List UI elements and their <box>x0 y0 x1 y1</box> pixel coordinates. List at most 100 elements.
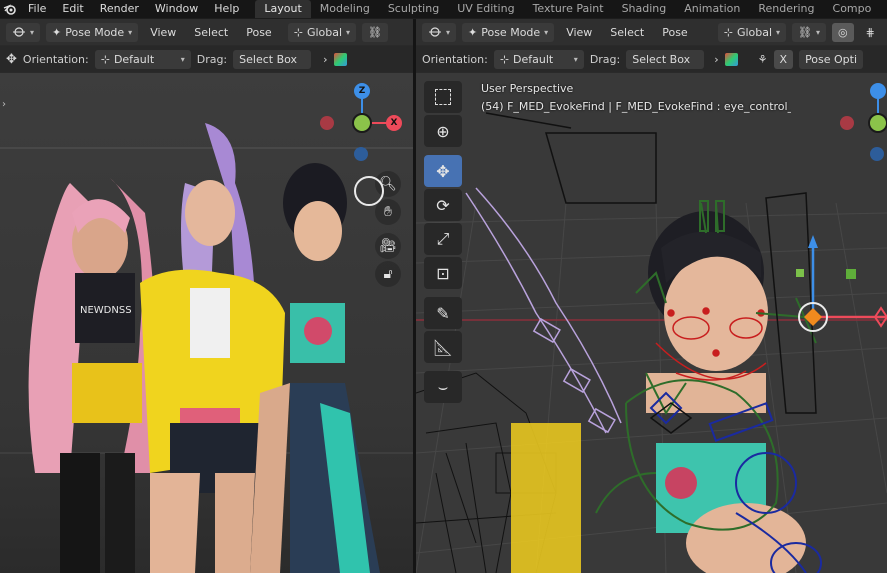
tab-uv-editing[interactable]: UV Editing <box>448 0 523 18</box>
right-transform-orientation[interactable]: ⊹ Global ▾ <box>717 22 787 42</box>
overlay-cube-icon[interactable] <box>333 52 347 66</box>
right-menu-select[interactable]: Select <box>604 23 650 42</box>
top-menu-bar: File Edit Render Window Help Layout Mode… <box>0 0 887 18</box>
left-editor-type-button[interactable]: ▾ <box>6 22 41 42</box>
right-orientation-select[interactable]: ⊹ Default ▾ <box>493 49 584 69</box>
chevron-down-icon: ▾ <box>180 54 185 64</box>
svg-text:NEWDNSS: NEWDNSS <box>80 305 132 316</box>
right-viewport-canvas[interactable] <box>416 73 887 573</box>
tab-layout[interactable]: Layout <box>255 0 311 18</box>
menu-render[interactable]: Render <box>92 0 147 18</box>
yellow-jacket <box>511 423 581 573</box>
tab-shading[interactable]: Shading <box>613 0 676 18</box>
chevron-down-icon: ▾ <box>776 27 781 37</box>
cursor-icon: ⊕ <box>436 121 450 141</box>
pan-button[interactable]: ✋︎ <box>375 199 401 225</box>
right-navigation-gizmo[interactable] <box>836 81 887 171</box>
tab-animation[interactable]: Animation <box>675 0 749 18</box>
chevron-down-icon: ▾ <box>446 27 451 37</box>
right-header: ▾ ✦ Pose Mode ▾ View Select Pose ⊹ Globa… <box>416 19 887 45</box>
left-menu-select[interactable]: Select <box>188 23 234 42</box>
move-icon: ✥ <box>436 161 450 181</box>
transform-icon: ⊡ <box>436 263 450 283</box>
chevron-down-icon: ▾ <box>544 27 549 37</box>
chevron-down-icon: ▾ <box>573 54 578 64</box>
camera-icon: 🎥︎ <box>379 238 397 254</box>
active-object-info: (54) F_MED_EvokeFind | F_MED_EvokeFind :… <box>481 100 791 113</box>
menu-file[interactable]: File <box>20 0 54 18</box>
menu-window[interactable]: Window <box>147 0 206 18</box>
measure-icon: 📐︎ <box>432 337 454 357</box>
menu-help[interactable]: Help <box>206 0 247 18</box>
gizmo-z-axis[interactable] <box>870 83 886 99</box>
orientation-value: Global <box>306 25 343 39</box>
gizmo-z-axis[interactable]: Z <box>354 83 370 99</box>
transform-tool[interactable]: ⊡ <box>424 257 462 289</box>
gizmo-neg-z[interactable] <box>354 147 368 161</box>
right-drag-select[interactable]: Select Box <box>626 49 705 69</box>
pose-mode-icon: ✦ <box>52 25 62 39</box>
tab-rendering[interactable]: Rendering <box>749 0 823 18</box>
measure-tool[interactable]: 📐︎ <box>424 331 462 363</box>
left-menu-pose[interactable]: Pose <box>240 23 277 42</box>
left-mode-select[interactable]: ✦ Pose Mode ▾ <box>46 22 139 42</box>
left-navigation-gizmo[interactable]: Z X <box>320 81 410 171</box>
left-transform-orientation[interactable]: ⊹ Global ▾ <box>287 22 357 42</box>
relax-pose-tool[interactable]: ⌣ <box>424 371 462 403</box>
camera-view-button[interactable]: 🎥︎ <box>375 233 401 259</box>
view-orbit-ring[interactable] <box>354 176 384 206</box>
orientation-icon: ⊹ <box>293 25 303 39</box>
tab-modeling[interactable]: Modeling <box>311 0 379 18</box>
tab-compositing[interactable]: Compo <box>824 0 881 18</box>
tool-shelf: ⊕ ✥ ⟳ ⤢ ⊡ ✎ 📐︎ ⌣ <box>424 81 462 403</box>
right-menu-pose[interactable]: Pose <box>656 23 693 42</box>
scale-icon: ⤢ <box>436 229 450 248</box>
cursor-tool[interactable]: ⊕ <box>424 115 462 147</box>
left-orientation-select[interactable]: ⊹ Default ▾ <box>94 49 191 69</box>
overlay-cube-icon[interactable] <box>724 52 738 66</box>
right-menu-view[interactable]: View <box>560 23 598 42</box>
snap-button[interactable]: ⋕ <box>860 23 881 42</box>
move-icon: ✥ <box>6 51 17 67</box>
gizmo-neg-z[interactable] <box>870 147 884 161</box>
proportional-icon: ◎ <box>838 25 848 39</box>
blender-logo-icon[interactable] <box>0 0 20 18</box>
snap-icon: ⋕ <box>865 25 875 39</box>
pose-options-button[interactable]: Pose Opti <box>799 49 864 69</box>
orientation-icon: ⊹ <box>723 25 733 39</box>
close-button[interactable]: X <box>773 49 794 69</box>
orientation-value: Global <box>736 25 773 39</box>
viewport-editor-icon <box>13 27 25 37</box>
annotate-tool[interactable]: ✎ <box>424 297 462 329</box>
tab-sculpting[interactable]: Sculpting <box>379 0 448 18</box>
chevron-right-icon[interactable]: › <box>323 53 327 66</box>
left-menu-view[interactable]: View <box>144 23 182 42</box>
left-link-button[interactable]: ⛓ <box>362 22 389 42</box>
gizmo-neg-x[interactable] <box>320 116 334 130</box>
gizmo-x-axis[interactable]: X <box>386 115 402 131</box>
rotate-tool[interactable]: ⟳ <box>424 189 462 221</box>
lock-camera-button[interactable]: 🔓︎ <box>375 261 401 287</box>
right-mode-select[interactable]: ✦ Pose Mode ▾ <box>462 22 555 42</box>
right-editor-type-button[interactable]: ▾ <box>422 22 457 42</box>
viewport-editor-icon <box>429 27 441 37</box>
scale-tool[interactable]: ⤢ <box>424 223 462 255</box>
right-link-button[interactable]: ⛓ ▾ <box>792 22 827 42</box>
select-box-tool[interactable] <box>424 81 462 113</box>
annotate-icon: ✎ <box>436 303 450 323</box>
sidebar-toggle-left[interactable]: › <box>2 99 6 110</box>
butterfly-icon[interactable]: ⚘ <box>758 53 768 66</box>
gizmo-neg-x[interactable] <box>840 116 854 130</box>
move-tool[interactable]: ✥ <box>424 155 462 187</box>
right-3d-viewport: ▾ ✦ Pose Mode ▾ View Select Pose ⊹ Globa… <box>416 19 887 573</box>
workspace-tabs: Layout Modeling Sculpting UV Editing Tex… <box>255 0 880 18</box>
orientation-default: Default <box>513 52 554 66</box>
chevron-down-icon: ▾ <box>346 27 351 37</box>
chevron-right-icon[interactable]: › <box>714 53 718 66</box>
left-drag-select[interactable]: Select Box <box>233 49 312 69</box>
tab-texture-paint[interactable]: Texture Paint <box>524 0 613 18</box>
gizmo-y-axis[interactable] <box>868 113 887 133</box>
gizmo-y-axis[interactable] <box>352 113 372 133</box>
proportional-edit-button[interactable]: ◎ <box>832 22 854 42</box>
menu-edit[interactable]: Edit <box>54 0 91 18</box>
